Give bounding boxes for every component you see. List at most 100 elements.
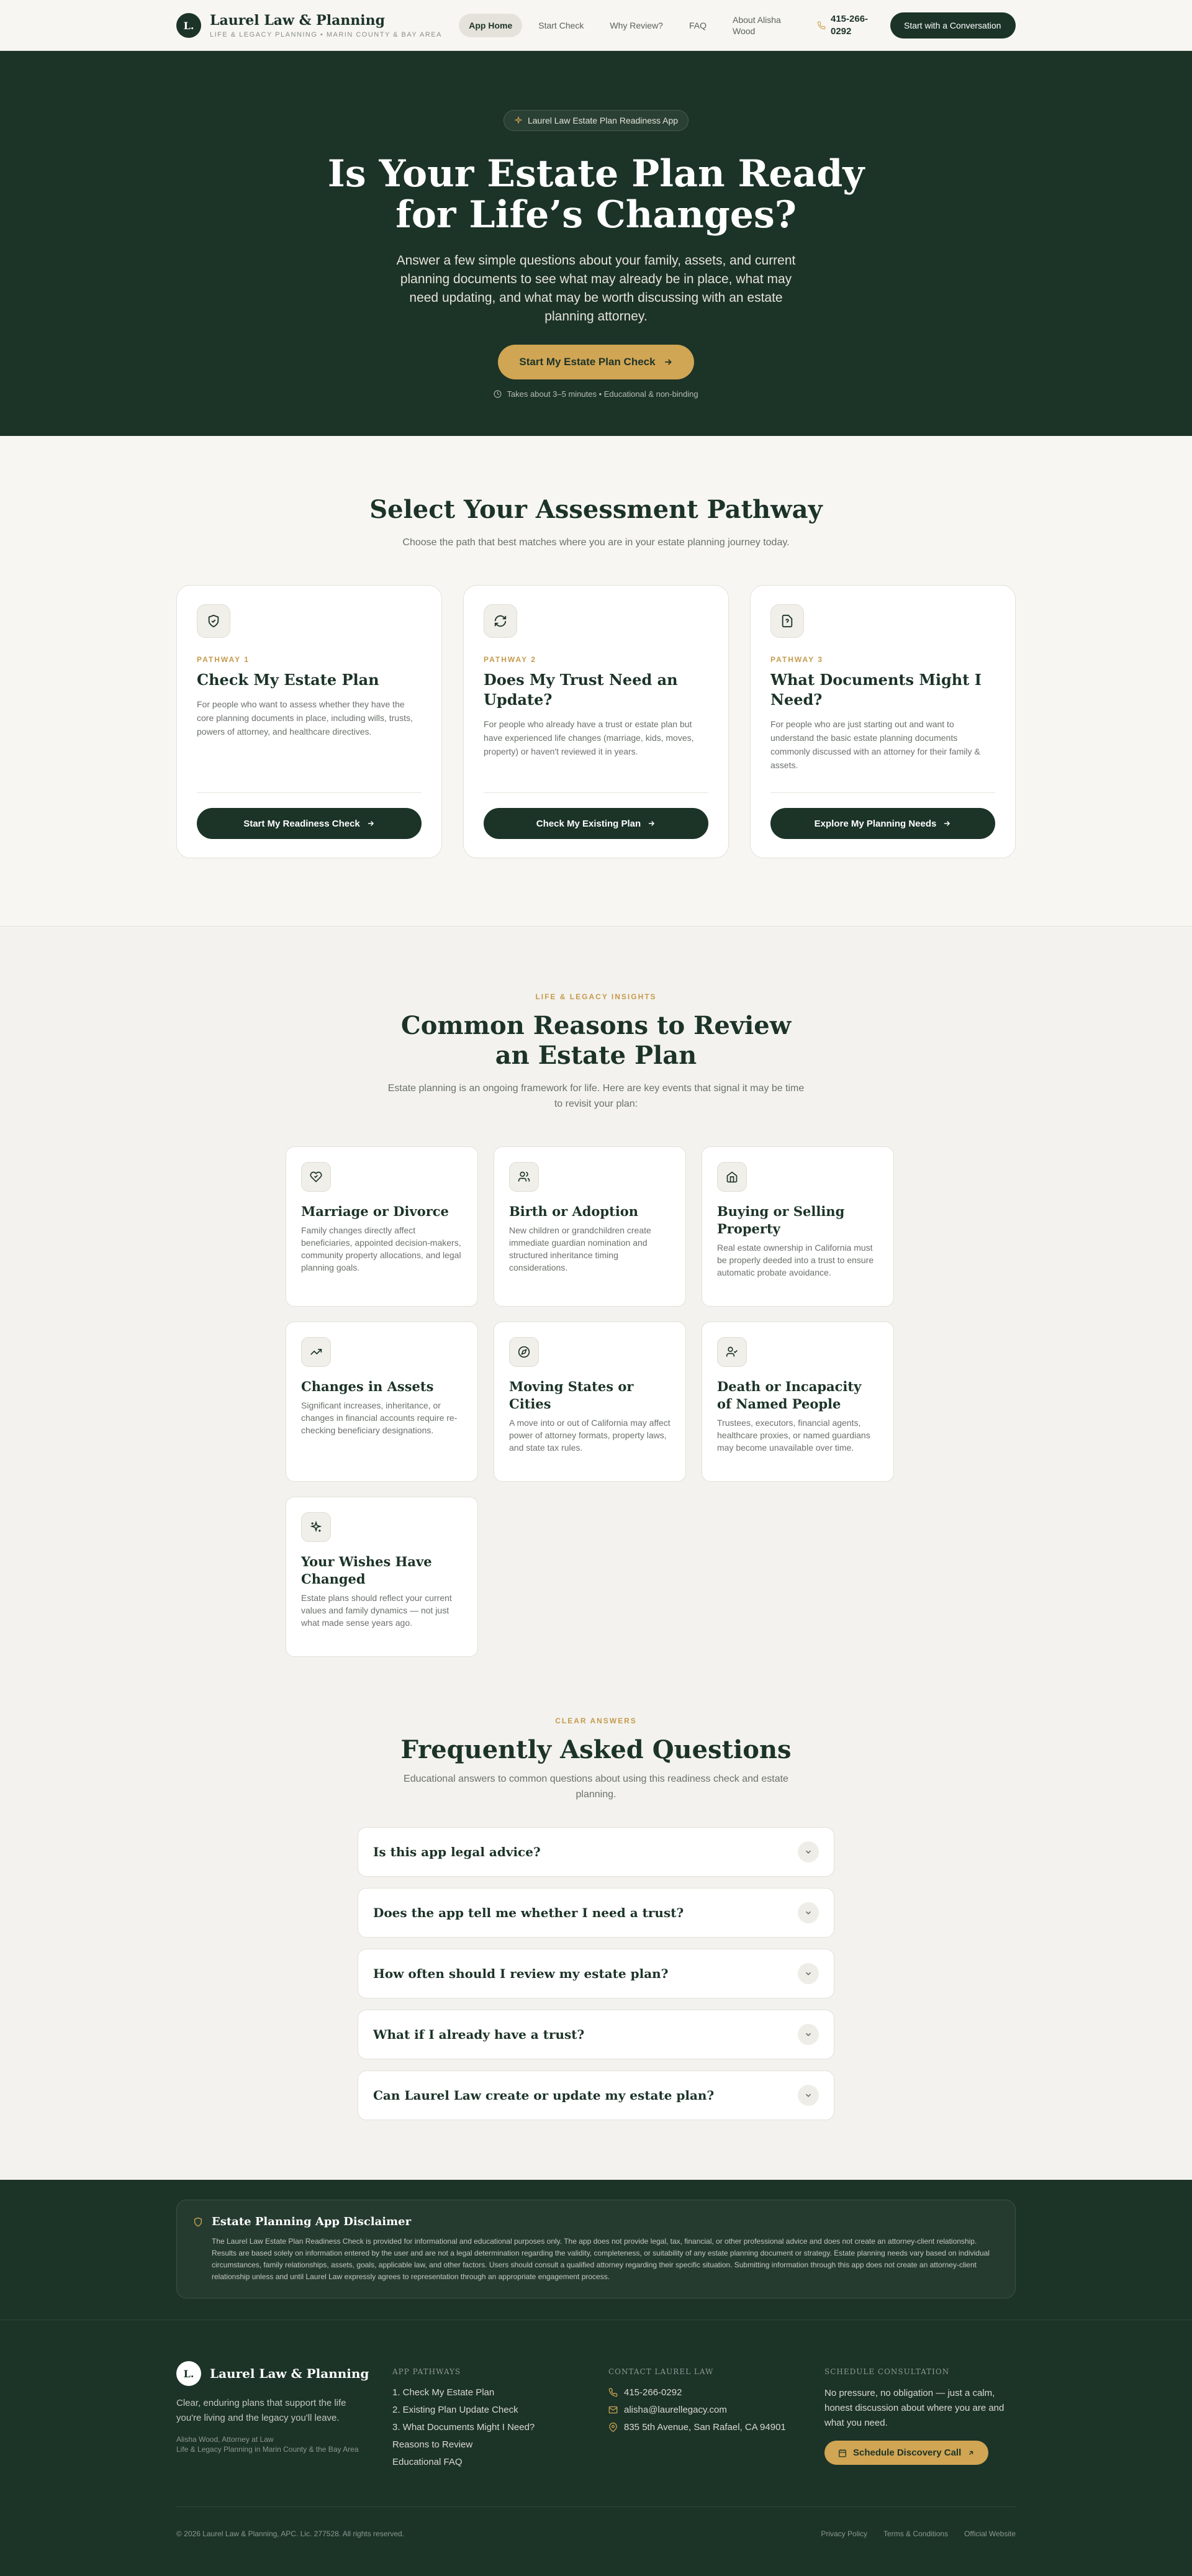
footer-link[interactable]: Reasons to Review [392, 2439, 608, 2450]
chevron-down-icon [798, 2024, 819, 2045]
faq-question: Can Laurel Law create or update my estat… [373, 2088, 715, 2103]
hero-note: Takes about 3–5 minutes • Educational & … [0, 389, 1192, 399]
home-icon [717, 1162, 747, 1192]
pathway-number: Pathway 1 [197, 655, 250, 664]
faq-question: Does the app tell me whether I need a tr… [373, 1905, 684, 1920]
pathway-number: Pathway 2 [484, 655, 536, 664]
faq-title: Frequently Asked Questions [400, 1735, 792, 1764]
site-footer: L. Laurel Law & Planning Clear, enduring… [176, 2320, 1016, 2506]
start-check-button[interactable]: Start My Estate Plan Check [498, 345, 694, 379]
brand-mark: L. [176, 13, 201, 38]
conversation-cta-button[interactable]: Start with a Conversation [890, 12, 1016, 39]
reason-title: Changes in Assets [301, 1379, 434, 1394]
brand-name: Laurel Law & Planning [210, 12, 386, 29]
footer-contact-column: Contact Laurel Law 415-266-0292 alisha@l… [608, 2361, 824, 2506]
schedule-call-label: Schedule Discovery Call [853, 2447, 962, 2458]
clock-icon [494, 390, 502, 398]
footer-attorney: Alisha Wood, Attorney at Law [176, 2435, 274, 2444]
chevron-down-icon [798, 1902, 819, 1923]
faq-item[interactable]: Does the app tell me whether I need a tr… [358, 1888, 834, 1938]
footer-schedule-column: Schedule Consultation No pressure, no ob… [824, 2361, 1016, 2506]
pathway-title: What Documents Might I Need? [770, 671, 982, 709]
terms-link[interactable]: Terms & Conditions [883, 2529, 948, 2538]
footer-brand-name: Laurel Law & Planning [210, 2366, 369, 2381]
footer-link[interactable]: 3. What Documents Might I Need? [392, 2422, 608, 2433]
footer-pathways-heading: App Pathways [392, 2367, 461, 2376]
users-icon [509, 1162, 539, 1192]
pathway-description: For people who want to assess whether th… [197, 699, 413, 737]
phone-icon [608, 2388, 618, 2397]
faq-question: Is this app legal advice? [373, 1844, 541, 1859]
faq-item[interactable]: Can Laurel Law create or update my estat… [358, 2070, 834, 2120]
existing-plan-button[interactable]: Check My Existing Plan [484, 808, 708, 839]
trending-up-icon [301, 1337, 331, 1367]
footer-email[interactable]: alisha@laurellegacy.com [608, 2405, 824, 2415]
footer-link[interactable]: 2. Existing Plan Update Check [392, 2405, 608, 2415]
nav-faq[interactable]: FAQ [679, 14, 716, 37]
faq-list: Is this app legal advice? Does the app t… [358, 1827, 834, 2120]
chevron-down-icon [798, 2085, 819, 2106]
reasons-section: Life & Legacy Insights Common Reasons to… [0, 927, 1192, 1657]
faq-eyebrow: Clear Answers [555, 1717, 637, 1725]
button-label: Start My Readiness Check [243, 818, 360, 829]
reason-card: Moving States or Cities A move into or o… [494, 1322, 686, 1482]
mail-icon [608, 2405, 618, 2415]
reason-title: Birth or Adoption [509, 1204, 639, 1219]
footer-address[interactable]: 835 5th Avenue, San Rafael, CA 94901 [608, 2422, 824, 2433]
pathway-card: Pathway 2 Does My Trust Need an Update? … [463, 585, 729, 858]
pathways-subtitle: Choose the path that best matches where … [402, 537, 790, 548]
heart-icon [301, 1162, 331, 1192]
footer-email-text: alisha@laurellegacy.com [624, 2405, 727, 2415]
reason-title: Moving States or Cities [509, 1379, 634, 1412]
reasons-subtitle: Estate planning is an ongoing framework … [387, 1083, 805, 1109]
nav-app-home[interactable]: App Home [459, 14, 523, 37]
privacy-link[interactable]: Privacy Policy [821, 2529, 867, 2538]
reason-title: Death or Incapacity of Named People [717, 1379, 862, 1412]
faq-item[interactable]: What if I already have a trust? [358, 2010, 834, 2059]
readiness-check-button[interactable]: Start My Readiness Check [197, 808, 422, 839]
reason-card: Death or Incapacity of Named People Trus… [702, 1322, 894, 1482]
explore-needs-button[interactable]: Explore My Planning Needs [770, 808, 995, 839]
footer-link[interactable]: 1. Check My Estate Plan [392, 2387, 608, 2398]
reason-description: Trustees, executors, financial agents, h… [717, 1418, 870, 1453]
faq-item[interactable]: How often should I review my estate plan… [358, 1949, 834, 1998]
hero-note-text: Takes about 3–5 minutes • Educational & … [507, 389, 698, 399]
hero-section: Laurel Law Estate Plan Readiness App Is … [0, 51, 1192, 436]
nav-why-review[interactable]: Why Review? [600, 14, 673, 37]
nav-about[interactable]: About Alisha Wood [723, 8, 803, 43]
faq-question: How often should I review my estate plan… [373, 1966, 669, 1981]
map-pin-icon [608, 2423, 618, 2432]
brand-logo[interactable]: L. Laurel Law & Planning Life & Legacy P… [176, 12, 442, 39]
footer-address-text: 835 5th Avenue, San Rafael, CA 94901 [624, 2422, 786, 2433]
phone-icon [817, 21, 826, 30]
reason-description: Family changes directly affect beneficia… [301, 1225, 461, 1272]
pathway-description: For people who are just starting out and… [770, 719, 980, 770]
official-site-link[interactable]: Official Website [964, 2529, 1016, 2538]
chevron-down-icon [798, 1841, 819, 1862]
reason-description: A move into or out of California may aff… [509, 1418, 670, 1453]
schedule-call-button[interactable]: Schedule Discovery Call [824, 2441, 989, 2465]
footer-pathways-column: App Pathways 1. Check My Estate Plan 2. … [392, 2361, 608, 2506]
brand-subtitle: Life & Legacy Planning • Marin County & … [210, 30, 442, 39]
legal-links: Privacy Policy Terms & Conditions Offici… [821, 2529, 1016, 2538]
user-check-icon [717, 1337, 747, 1367]
arrow-right-icon [647, 819, 656, 828]
footer-phone[interactable]: 415-266-0292 [608, 2387, 824, 2398]
faq-question: What if I already have a trust? [373, 2027, 585, 2042]
footer-brand-mark: L. [176, 2361, 201, 2386]
reason-description: New children or grandchildren create imm… [509, 1225, 651, 1272]
nav-start-check[interactable]: Start Check [528, 14, 594, 37]
faq-item[interactable]: Is this app legal advice? [358, 1827, 834, 1877]
arrow-right-icon [942, 819, 951, 828]
chevron-down-icon [798, 1963, 819, 1984]
arrow-right-icon [663, 357, 673, 367]
footer-link[interactable]: Educational FAQ [392, 2457, 608, 2467]
pathway-number: Pathway 3 [770, 655, 823, 664]
button-label: Check My Existing Plan [536, 818, 641, 829]
reason-description: Real estate ownership in California must… [717, 1243, 874, 1277]
reason-description: Significant increases, inheritance, or c… [301, 1400, 458, 1435]
reason-title: Your Wishes Have Changed [301, 1554, 432, 1587]
footer-brand-column: L. Laurel Law & Planning Clear, enduring… [176, 2361, 392, 2506]
phone-link[interactable]: 415-266-0292 [817, 13, 879, 38]
footer-schedule-heading: Schedule Consultation [824, 2367, 950, 2376]
